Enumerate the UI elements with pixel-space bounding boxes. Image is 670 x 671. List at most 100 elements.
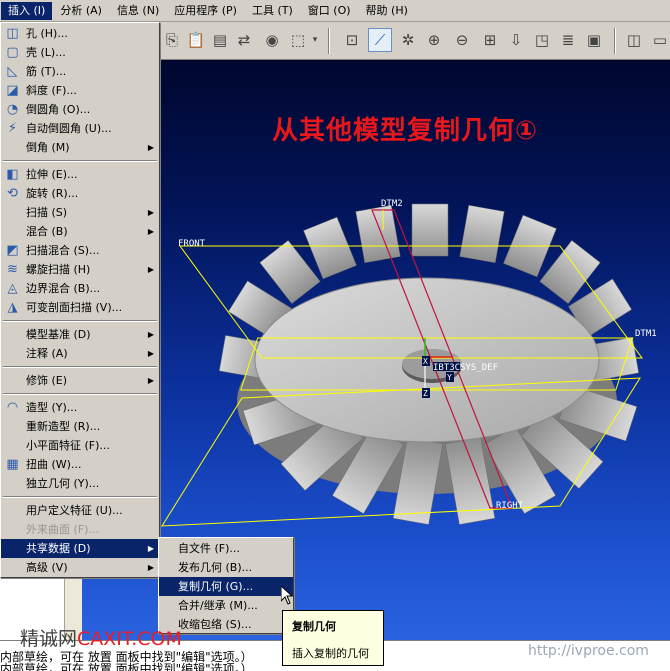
draft-icon: ◪ — [6, 83, 19, 98]
menu-item[interactable]: ◪ 斜度 (F)... — [1, 81, 159, 100]
menu-item-label: 自文件 (F)... — [178, 542, 240, 555]
menu-item[interactable]: ◔ 倒圆角 (O)... — [1, 100, 159, 119]
menu-item[interactable]: 重新造型 (R)... — [1, 417, 159, 436]
menu-item[interactable]: 合并/继承 (M)... — [159, 596, 293, 615]
boundary-blend-icon: ◬ — [7, 281, 18, 296]
menu-item[interactable]: 混合 (B) ▶ — [1, 222, 159, 241]
menu-separator — [3, 496, 157, 498]
find-icon[interactable]: ◉ — [260, 28, 284, 52]
datum-label-front: FRONT — [178, 239, 206, 249]
menu-item[interactable]: ◺ 筋 (T)... — [1, 62, 159, 81]
zoom-out-icon[interactable]: ⊖ — [450, 28, 474, 52]
menu-item[interactable]: 自文件 (F)... — [159, 539, 293, 558]
submenu-arrow-icon: ▶ — [147, 330, 154, 339]
menu-item[interactable]: 用户定义特征 (U)... — [1, 501, 159, 520]
menu-analysis[interactable]: 分析 (A) — [53, 2, 109, 20]
shading-icon[interactable]: ◫ — [622, 28, 646, 52]
menu-item[interactable]: 复制几何 (G)... — [159, 577, 293, 596]
menu-item-label: 共享数据 (D) — [26, 542, 91, 555]
hole-icon: ◫ — [6, 26, 19, 41]
datum-label-right: RIGHT — [496, 501, 524, 511]
menu-item[interactable]: ⚡ 自动倒圆角 (U)... — [1, 119, 159, 138]
menu-item[interactable]: 扫描 (S) ▶ — [1, 203, 159, 222]
spin-center-icon[interactable]: ✲ — [396, 28, 420, 52]
reorient-icon[interactable]: ⇩ — [504, 28, 528, 52]
insert-menu: ◫ 孔 (H)... ▢ 壳 (L)... ◺ 筋 (T)... ◪ 斜度 (F)... ◔ 倒圆… — [0, 22, 160, 578]
revolve-icon: ⟲ — [7, 186, 18, 201]
watermark-caxit-prefix: 精诚网 — [20, 628, 78, 650]
menu-item[interactable]: 倒角 (M) ▶ — [1, 138, 159, 157]
menu-item-label: 模型基准 (D) — [26, 328, 91, 341]
refit-icon[interactable]: ⊞ — [478, 28, 502, 52]
menu-tools[interactable]: 工具 (T) — [245, 2, 300, 20]
menu-bar: 插入 (I) 分析 (A) 信息 (N) 应用程序 (P) 工具 (T) 窗口 … — [0, 0, 670, 22]
select-box-icon[interactable]: ⬚ — [286, 28, 310, 52]
menu-item[interactable]: 高级 (V) ▶ — [1, 558, 159, 577]
menu-insert[interactable]: 插入 (I) — [1, 1, 53, 20]
menu-item[interactable]: 发布几何 (B)... — [159, 558, 293, 577]
menu-item[interactable]: ◠ 造型 (Y)... — [1, 398, 159, 417]
menu-item-label: 发布几何 (B)... — [178, 561, 253, 574]
menu-item-label: 注释 (A) — [26, 347, 68, 360]
menu-item-label: 扫描混合 (S)... — [26, 244, 100, 257]
toolbar-separator — [614, 28, 616, 54]
submenu-arrow-icon: ▶ — [147, 227, 154, 236]
menu-item[interactable]: ◬ 边界混合 (B)... — [1, 279, 159, 298]
style-icon: ◠ — [6, 400, 19, 415]
menu-info[interactable]: 信息 (N) — [110, 2, 166, 20]
helical-sweep-icon: ≋ — [7, 262, 18, 277]
paste-special-icon[interactable]: ▤ — [208, 28, 232, 52]
menu-item-label: 重新造型 (R)... — [26, 420, 101, 433]
submenu-arrow-icon: ▶ — [147, 376, 154, 385]
shared-data-submenu: 自文件 (F)... 发布几何 (B)... 复制几何 (G)... 合并/继承 (M… — [158, 537, 294, 634]
menu-item[interactable]: ◧ 拉伸 (E)... — [1, 165, 159, 184]
copy-icon[interactable]: ⎘ — [160, 28, 184, 52]
menu-item[interactable]: 修饰 (E) ▶ — [1, 371, 159, 390]
watermark-ivproe: http://ivproe.com — [528, 643, 649, 659]
menu-item-label: 可变剖面扫描 (V)... — [26, 301, 123, 314]
extrude-icon: ◧ — [6, 167, 19, 182]
menu-item[interactable]: 共享数据 (D) ▶ — [1, 539, 159, 558]
menu-window[interactable]: 窗口 (O) — [301, 2, 358, 20]
menu-item[interactable]: 模型基准 (D) ▶ — [1, 325, 159, 344]
menu-item[interactable]: 小平面特征 (F)... — [1, 436, 159, 455]
saved-views-icon[interactable]: ◳ — [530, 28, 554, 52]
var-section-sweep-icon: ◮ — [7, 300, 18, 315]
menu-applications[interactable]: 应用程序 (P) — [167, 2, 244, 20]
menu-separator — [3, 393, 157, 395]
menu-item-label: 小平面特征 (F)... — [26, 439, 110, 452]
menu-item[interactable]: ▢ 壳 (L)... — [1, 43, 159, 62]
menu-separator — [3, 160, 157, 162]
menu-item-label: 扭曲 (W)... — [26, 458, 82, 471]
wireframe-icon[interactable]: ▭ — [648, 28, 670, 52]
csys-z-label: Z — [423, 389, 428, 398]
datum-axis-icon[interactable]: ⟋ — [368, 28, 392, 52]
menu-item[interactable]: ◫ 孔 (H)... — [1, 24, 159, 43]
regenerate-icon[interactable]: ⇄ — [232, 28, 256, 52]
menu-item-label: 倒角 (M) — [26, 141, 70, 154]
menu-item[interactable]: ◩ 扫描混合 (S)... — [1, 241, 159, 260]
submenu-arrow-icon: ▶ — [147, 208, 154, 217]
menu-item[interactable]: ⟲ 旋转 (R)... — [1, 184, 159, 203]
menu-item[interactable]: ◮ 可变剖面扫描 (V)... — [1, 298, 159, 317]
menu-item[interactable]: ≋ 螺旋扫描 (H) ▶ — [1, 260, 159, 279]
menu-item[interactable]: ▦ 扭曲 (W)... — [1, 455, 159, 474]
csys-x-label: X — [423, 357, 428, 366]
menu-item[interactable]: 独立几何 (Y)... — [1, 474, 159, 493]
viewport-title: 从其他模型复制几何① — [272, 116, 539, 146]
menu-separator — [3, 320, 157, 322]
auto-round-icon: ⚡ — [7, 121, 18, 136]
menu-help[interactable]: 帮助 (H) — [359, 2, 415, 20]
view-named-icon[interactable]: ⊡ — [340, 28, 364, 52]
menu-item-label: 用户定义特征 (U)... — [26, 504, 123, 517]
menu-item[interactable]: 注释 (A) ▶ — [1, 344, 159, 363]
rib-icon: ◺ — [7, 64, 18, 79]
chevron-down-icon[interactable]: ▾ — [308, 28, 322, 52]
view-manager-icon[interactable]: ▣ — [582, 28, 606, 52]
submenu-arrow-icon: ▶ — [147, 143, 154, 152]
toolbar: ⎘ 📋 ▤ ⇄ ◉ ⬚ ▾ ⊡ ⟋ ✲ ⊕ ⊖ ⊞ ⇩ ◳ ≣ ▣ ◫ ▭ — [158, 22, 670, 60]
zoom-in-icon[interactable]: ⊕ — [422, 28, 446, 52]
menu-item-label: 孔 (H)... — [26, 27, 68, 40]
paste-icon[interactable]: 📋 — [184, 28, 208, 52]
layers-icon[interactable]: ≣ — [556, 28, 580, 52]
